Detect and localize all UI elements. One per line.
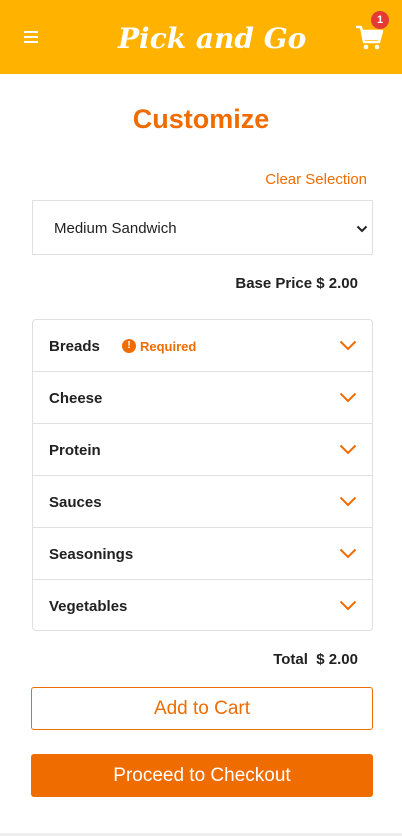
exclamation-icon: ! xyxy=(122,339,136,353)
proceed-to-checkout-button[interactable]: Proceed to Checkout xyxy=(31,754,373,797)
chevron-down-icon xyxy=(339,496,357,507)
required-label: Required xyxy=(140,338,197,354)
total-label: Total xyxy=(273,651,308,668)
option-label: Breads xyxy=(49,338,100,355)
clear-selection-link[interactable]: Clear Selection xyxy=(265,171,367,188)
chevron-down-icon xyxy=(339,444,357,455)
cart-count-badge: 1 xyxy=(371,11,389,29)
option-label: Protein xyxy=(49,442,101,459)
option-sauces[interactable]: Sauces xyxy=(33,476,372,528)
app-header: Pick and Go 1 xyxy=(0,0,402,74)
option-vegetables[interactable]: Vegetables xyxy=(33,580,372,632)
base-price-value: $ 2.00 xyxy=(316,275,358,292)
chevron-down-icon xyxy=(339,548,357,559)
app-logo[interactable]: Pick and Go xyxy=(118,18,306,60)
size-select-value: Medium Sandwich xyxy=(54,220,177,237)
required-badge: ! Required xyxy=(122,338,196,354)
chevron-down-icon xyxy=(339,392,357,403)
option-breads[interactable]: Breads ! Required xyxy=(33,320,372,372)
option-cheese[interactable]: Cheese xyxy=(33,372,372,424)
order-total: Total $ 2.00 xyxy=(273,651,358,668)
chevron-down-icon xyxy=(356,225,368,233)
options-accordion: Breads ! Required Cheese Protein Sauces … xyxy=(32,319,373,631)
option-seasonings[interactable]: Seasonings xyxy=(33,528,372,580)
option-label: Vegetables xyxy=(49,598,128,615)
option-label: Cheese xyxy=(49,390,103,407)
chevron-down-icon xyxy=(339,340,357,351)
base-price-label: Base Price xyxy=(235,275,313,292)
hamburger-menu-icon[interactable] xyxy=(24,31,38,43)
base-price: Base Price $ 2.00 xyxy=(235,275,358,292)
total-value: $ 2.00 xyxy=(316,651,358,668)
size-select[interactable]: Medium Sandwich xyxy=(32,200,373,255)
add-to-cart-button[interactable]: Add to Cart xyxy=(31,687,373,730)
chevron-down-icon xyxy=(339,600,357,611)
option-label: Sauces xyxy=(49,494,102,511)
option-protein[interactable]: Protein xyxy=(33,424,372,476)
option-label: Seasonings xyxy=(49,546,134,563)
page-title: Customize xyxy=(132,104,270,134)
